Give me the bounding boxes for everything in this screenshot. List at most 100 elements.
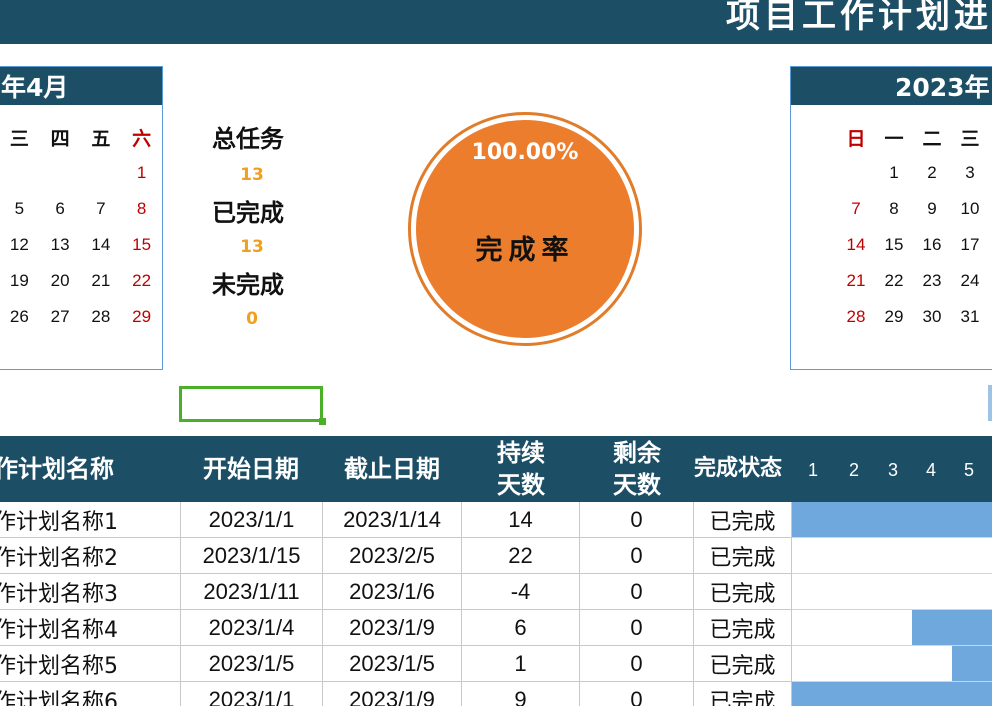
completed-value: 13 bbox=[240, 237, 264, 257]
remaining-cell[interactable]: 0 bbox=[580, 574, 694, 610]
start-date-cell[interactable]: 2023/1/1 bbox=[181, 502, 323, 538]
remaining-cell[interactable]: 0 bbox=[580, 646, 694, 682]
calendar-day[interactable]: 31 bbox=[951, 299, 989, 335]
calendar-day[interactable] bbox=[837, 155, 875, 191]
calendar-day[interactable] bbox=[40, 155, 81, 191]
calendar-day[interactable]: 28 bbox=[81, 299, 122, 335]
column-header-start[interactable]: 开始日期 bbox=[180, 436, 322, 502]
column-header-end[interactable]: 截止日期 bbox=[322, 436, 462, 502]
gantt-chart bbox=[792, 502, 992, 706]
table-row: 作计划名称1 2023/1/1 2023/1/14 14 0 已完成 bbox=[0, 502, 792, 538]
calendar-day[interactable]: 16 bbox=[913, 227, 951, 263]
duration-cell[interactable]: 1 bbox=[462, 646, 580, 682]
fill-handle[interactable] bbox=[319, 418, 326, 425]
remaining-cell[interactable]: 0 bbox=[580, 682, 694, 706]
calendar-day[interactable]: 26 bbox=[0, 299, 40, 335]
calendar-day[interactable]: 1 bbox=[875, 155, 913, 191]
task-name-cell[interactable]: 作计划名称2 bbox=[0, 538, 181, 574]
status-cell[interactable]: 已完成 bbox=[694, 646, 792, 682]
calendar-day[interactable]: 28 bbox=[837, 299, 875, 335]
calendar-2023-title: 2023年 bbox=[791, 67, 992, 105]
duration-cell[interactable]: 9 bbox=[462, 682, 580, 706]
calendar-day[interactable]: 17 bbox=[951, 227, 989, 263]
end-date-cell[interactable]: 2023/1/9 bbox=[323, 610, 462, 646]
remaining-cell[interactable]: 0 bbox=[580, 538, 694, 574]
calendar-day[interactable]: 14 bbox=[81, 227, 122, 263]
column-header-duration[interactable]: 持续天数 bbox=[462, 436, 580, 502]
end-date-cell[interactable]: 2023/1/14 bbox=[323, 502, 462, 538]
task-name-cell[interactable]: 作计划名称6 bbox=[0, 682, 181, 706]
end-date-cell[interactable]: 2023/1/9 bbox=[323, 682, 462, 706]
remaining-cell[interactable]: 0 bbox=[580, 502, 694, 538]
calendar-day[interactable]: 30 bbox=[913, 299, 951, 335]
status-cell[interactable]: 已完成 bbox=[694, 682, 792, 706]
end-date-cell[interactable]: 2023/1/5 bbox=[323, 646, 462, 682]
start-date-cell[interactable]: 2023/1/15 bbox=[181, 538, 323, 574]
completion-label: 完成率 bbox=[475, 235, 575, 266]
calendar-day[interactable] bbox=[81, 155, 122, 191]
calendar-day[interactable]: 21 bbox=[837, 263, 875, 299]
incomplete-label: 未完成 bbox=[212, 271, 284, 299]
calendar-day[interactable]: 5 bbox=[0, 191, 40, 227]
calendar-day[interactable] bbox=[0, 155, 40, 191]
calendar-day[interactable]: 29 bbox=[875, 299, 913, 335]
calendar-day[interactable]: 8 bbox=[121, 191, 162, 227]
gantt-row bbox=[792, 646, 992, 682]
task-name-cell[interactable]: 作计划名称5 bbox=[0, 646, 181, 682]
calendar-day[interactable]: 23 bbox=[913, 263, 951, 299]
task-name-cell[interactable]: 作计划名称3 bbox=[0, 574, 181, 610]
remaining-cell[interactable]: 0 bbox=[580, 610, 694, 646]
selected-cell[interactable] bbox=[179, 386, 323, 422]
status-cell[interactable]: 已完成 bbox=[694, 610, 792, 646]
calendar-day[interactable]: 22 bbox=[121, 263, 162, 299]
calendar-day[interactable]: 8 bbox=[875, 191, 913, 227]
status-cell[interactable]: 已完成 bbox=[694, 574, 792, 610]
calendar-april: 年4月 三 四 五 六 1 5 6 7 8 12 13 14 15 19 20 bbox=[0, 66, 163, 370]
task-name-cell[interactable]: 作计划名称4 bbox=[0, 610, 181, 646]
duration-cell[interactable]: -4 bbox=[462, 574, 580, 610]
start-date-cell[interactable]: 2023/1/1 bbox=[181, 682, 323, 706]
calendar-day[interactable]: 1 bbox=[121, 155, 162, 191]
calendar-day[interactable]: 22 bbox=[875, 263, 913, 299]
column-header-remaining[interactable]: 剩余天数 bbox=[580, 436, 694, 502]
calendar-day[interactable]: 27 bbox=[40, 299, 81, 335]
calendar-day[interactable]: 15 bbox=[875, 227, 913, 263]
calendar-day[interactable]: 19 bbox=[0, 263, 40, 299]
total-tasks-value: 13 bbox=[240, 165, 264, 185]
calendar-day[interactable]: 24 bbox=[951, 263, 989, 299]
table-row: 作计划名称5 2023/1/5 2023/1/5 1 0 已完成 bbox=[0, 646, 792, 682]
calendar-day[interactable]: 7 bbox=[837, 191, 875, 227]
calendar-day[interactable]: 12 bbox=[0, 227, 40, 263]
calendar-day[interactable]: 13 bbox=[40, 227, 81, 263]
status-cell[interactable]: 已完成 bbox=[694, 538, 792, 574]
start-date-cell[interactable]: 2023/1/5 bbox=[181, 646, 323, 682]
column-header-name[interactable]: 作计划名称 bbox=[0, 436, 180, 502]
start-date-cell[interactable]: 2023/1/4 bbox=[181, 610, 323, 646]
duration-cell[interactable]: 6 bbox=[462, 610, 580, 646]
calendar-day[interactable]: 6 bbox=[40, 191, 81, 227]
duration-cell[interactable]: 14 bbox=[462, 502, 580, 538]
calendar-day[interactable]: 2 bbox=[913, 155, 951, 191]
duration-cell[interactable]: 22 bbox=[462, 538, 580, 574]
end-date-cell[interactable]: 2023/2/5 bbox=[323, 538, 462, 574]
calendar-day[interactable]: 10 bbox=[951, 191, 989, 227]
calendar-day[interactable]: 15 bbox=[121, 227, 162, 263]
weekday-label: 五 bbox=[91, 127, 111, 150]
status-cell[interactable]: 已完成 bbox=[694, 502, 792, 538]
start-date-cell[interactable]: 2023/1/11 bbox=[181, 574, 323, 610]
calendar-day[interactable]: 7 bbox=[81, 191, 122, 227]
calendar-day[interactable]: 21 bbox=[81, 263, 122, 299]
calendar-day[interactable]: 20 bbox=[40, 263, 81, 299]
calendar-day[interactable]: 3 bbox=[951, 155, 989, 191]
gantt-row bbox=[792, 502, 992, 538]
calendar-2023: 2023年 日 一 二 三 1 2 3 7 8 9 10 14 15 16 17… bbox=[790, 66, 992, 370]
calendar-day[interactable]: 9 bbox=[913, 191, 951, 227]
calendar-april-grid: 三 四 五 六 1 5 6 7 8 12 13 14 15 19 20 21 2… bbox=[0, 119, 162, 335]
column-header-status[interactable]: 完成状态 bbox=[694, 436, 792, 502]
table-row: 作计划名称6 2023/1/1 2023/1/9 9 0 已完成 bbox=[0, 682, 792, 706]
task-name-cell[interactable]: 作计划名称1 bbox=[0, 502, 181, 538]
calendar-day[interactable]: 29 bbox=[121, 299, 162, 335]
end-date-cell[interactable]: 2023/1/6 bbox=[323, 574, 462, 610]
calendar-day[interactable]: 14 bbox=[837, 227, 875, 263]
title-banner: 项目工作计划进 bbox=[0, 0, 992, 44]
